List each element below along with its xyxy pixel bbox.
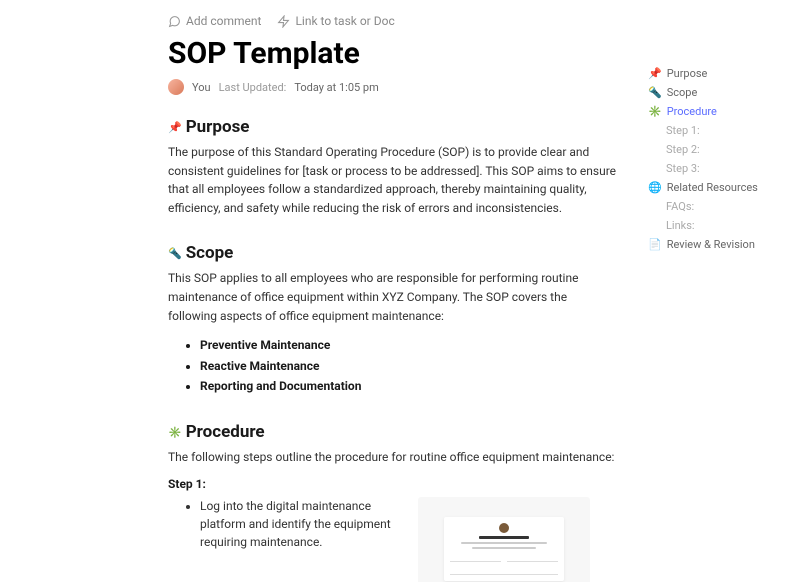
list-item: Reporting and Documentation <box>200 376 616 396</box>
step1-label: Step 1: <box>168 477 616 491</box>
outline-sub-step1[interactable]: Step 1: <box>648 121 788 140</box>
outline-label: Step 2: <box>666 143 700 156</box>
outline-item-purpose[interactable]: 📌 Purpose <box>648 64 788 83</box>
scope-bullets: Preventive Maintenance Reactive Maintena… <box>200 335 616 396</box>
procedure-heading: ✳️ Procedure <box>168 422 616 442</box>
outline-label: Step 3: <box>666 162 700 175</box>
list-item: Reactive Maintenance <box>200 356 616 376</box>
outline-sub-step2[interactable]: Step 2: <box>648 140 788 159</box>
outline-label: Purpose <box>667 67 708 80</box>
asterisk-icon: ✳️ <box>648 105 662 118</box>
outline-sidebar: 📌 Purpose 🔦 Scope ✳️ Procedure Step 1: S… <box>640 0 800 582</box>
avatar[interactable] <box>168 79 184 95</box>
procedure-heading-text: Procedure <box>186 422 265 442</box>
outline-sub-faqs[interactable]: FAQs: <box>648 197 788 216</box>
meta-updated-label: Last Updated: <box>219 81 287 94</box>
flashlight-icon: 🔦 <box>648 86 662 99</box>
pushpin-icon: 📌 <box>168 121 182 134</box>
step1-image[interactable] <box>418 497 590 582</box>
outline-label: Related Resources <box>667 181 758 194</box>
outline-label: Links: <box>666 219 695 232</box>
comment-icon <box>168 15 181 28</box>
scope-body: This SOP applies to all employees who ar… <box>168 271 578 322</box>
procedure-body: The following steps outline the procedur… <box>168 448 616 467</box>
outline-label: FAQs: <box>666 200 694 213</box>
outline-item-review[interactable]: 📄 Review & Revision <box>648 235 788 254</box>
link-task-label: Link to task or Doc <box>295 14 394 28</box>
page-title: SOP Template <box>168 36 616 71</box>
asterisk-icon: ✳️ <box>168 426 182 439</box>
form-input-mock <box>450 556 501 562</box>
meta-updated-time: Today at 1:05 pm <box>294 81 378 94</box>
outline-item-procedure[interactable]: ✳️ Procedure <box>648 102 788 121</box>
link-icon <box>277 15 290 28</box>
globe-icon: 🌐 <box>648 181 662 194</box>
add-comment-label: Add comment <box>186 14 261 28</box>
form-input-mock <box>507 556 558 562</box>
scope-body-wrap: This SOP applies to all employees who ar… <box>168 269 616 396</box>
form-avatar-icon <box>499 523 509 533</box>
outline-label: Step 1: <box>666 124 700 137</box>
step1-text: Log into the digital maintenance platfor… <box>200 497 398 551</box>
outline-label: Scope <box>667 86 698 99</box>
outline-item-scope[interactable]: 🔦 Scope <box>648 83 788 102</box>
form-mockup <box>444 517 564 581</box>
form-title <box>479 536 529 539</box>
meta-row: You Last Updated: Today at 1:05 pm <box>168 79 616 95</box>
page-icon: 📄 <box>648 238 662 251</box>
add-comment-button[interactable]: Add comment <box>168 14 261 28</box>
outline-label: Review & Revision <box>667 238 755 251</box>
outline-label: Procedure <box>667 105 717 118</box>
list-item: Preventive Maintenance <box>200 335 616 355</box>
flashlight-icon: 🔦 <box>168 247 182 260</box>
meta-author: You <box>192 81 211 94</box>
top-action-bar: Add comment Link to task or Doc <box>168 14 616 28</box>
step1-list: Log into the digital maintenance platfor… <box>200 497 398 551</box>
outline-sub-step3[interactable]: Step 3: <box>648 159 788 178</box>
purpose-heading-text: Purpose <box>186 117 250 137</box>
pushpin-icon: 📌 <box>648 67 662 80</box>
scope-heading-text: Scope <box>186 243 234 263</box>
form-line <box>461 542 547 544</box>
purpose-body: The purpose of this Standard Operating P… <box>168 143 616 217</box>
outline-sub-links[interactable]: Links: <box>648 216 788 235</box>
link-task-button[interactable]: Link to task or Doc <box>277 14 394 28</box>
form-line <box>472 547 537 549</box>
scope-heading: 🔦 Scope <box>168 243 616 263</box>
purpose-heading: 📌 Purpose <box>168 117 616 137</box>
step1-row: Log into the digital maintenance platfor… <box>168 497 616 582</box>
outline-item-resources[interactable]: 🌐 Related Resources <box>648 178 788 197</box>
form-input-mock <box>450 569 558 575</box>
